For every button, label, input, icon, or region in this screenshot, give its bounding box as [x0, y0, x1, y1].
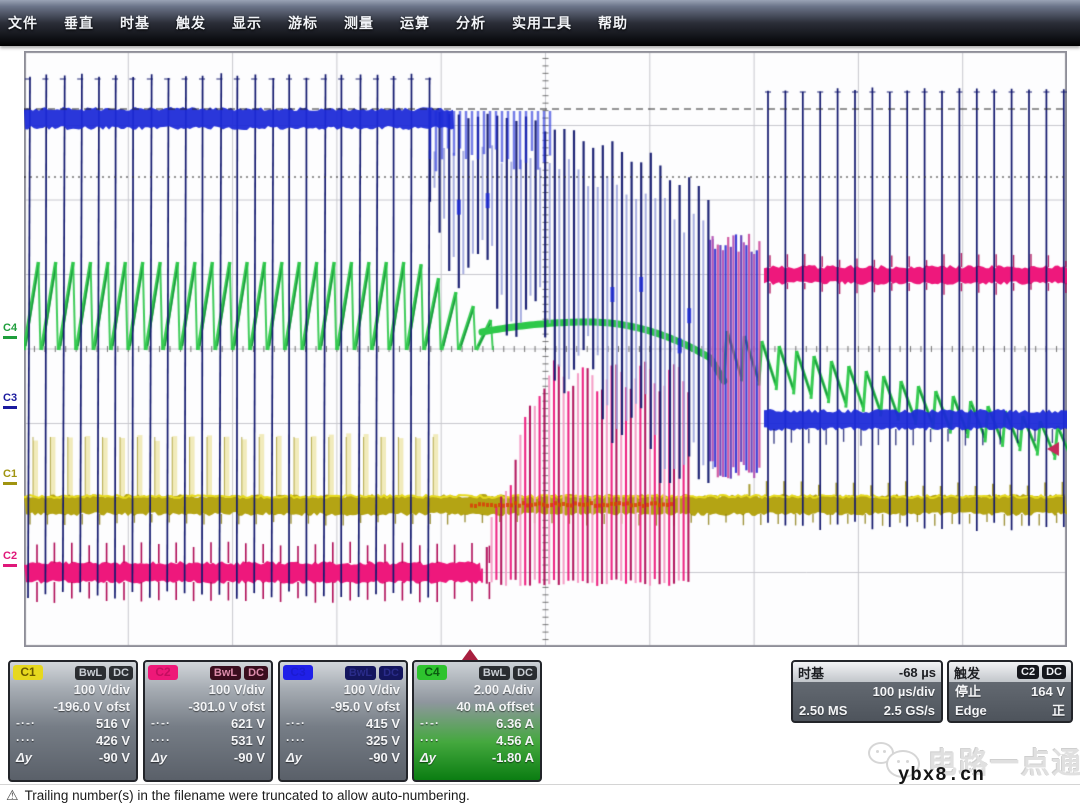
coupling-badge: DC: [109, 666, 133, 680]
cursor2-value: 325 V: [366, 732, 400, 749]
menu-help[interactable]: 帮助: [598, 13, 628, 33]
trace-marker-c2-label: C2: [3, 550, 17, 562]
cursor2-style-icon: ····: [420, 732, 440, 749]
trace-marker-c3[interactable]: C3: [3, 393, 25, 409]
watermark-site: ybx8.cn: [898, 764, 985, 786]
menu-trigger[interactable]: 触发: [176, 13, 206, 33]
trace-marker-c2[interactable]: C2: [3, 551, 25, 567]
timebase-title: 时基: [798, 663, 824, 682]
menu-timebase[interactable]: 时基: [120, 13, 150, 33]
channel-scale: 100 V/div: [10, 681, 136, 698]
menu-display[interactable]: 显示: [232, 13, 262, 33]
trace-marker-c2-tick: [3, 564, 17, 567]
channel-offset: -301.0 V ofst: [145, 698, 271, 715]
trigger-source-badge: C2: [1017, 665, 1039, 679]
menu-vertical[interactable]: 垂直: [64, 13, 94, 33]
trigger-coupling-badge: DC: [1042, 665, 1066, 679]
delta-label: Δy: [286, 749, 302, 766]
channel-offset: 40 mA offset: [414, 698, 540, 715]
channel-box-c1-header: C1 BwL DC: [10, 662, 136, 681]
channel-box-c1[interactable]: C1 BwL DC 100 V/div -196.0 V ofst -·-· 51…: [8, 660, 138, 782]
trigger-position-marker[interactable]: [462, 649, 478, 660]
channel-offset: -95.0 V ofst: [280, 698, 406, 715]
cursor2-style-icon: ····: [16, 732, 36, 749]
trace-marker-c1-label: C1: [3, 468, 17, 480]
bwl-badge: BwL: [75, 666, 106, 680]
coupling-badge: DC: [513, 666, 537, 680]
menu-cursors[interactable]: 游标: [288, 13, 318, 33]
waveform-display[interactable]: [24, 51, 1067, 647]
channel-offset: -196.0 V ofst: [10, 698, 136, 715]
delta-value: -90 V: [99, 749, 130, 766]
trace-marker-c4-tick: [3, 336, 17, 339]
cursor1-value: 516 V: [96, 715, 130, 732]
cursor2-value: 426 V: [96, 732, 130, 749]
channel-scale: 100 V/div: [280, 681, 406, 698]
menu-utilities[interactable]: 实用工具: [512, 13, 572, 33]
menu-file[interactable]: 文件: [8, 13, 38, 33]
oscilloscope-app: 文件 垂直 时基 触发 显示 游标 测量 运算 分析 实用工具 帮助 C4 C3…: [0, 0, 1080, 805]
cursor2-style-icon: ····: [151, 732, 171, 749]
watermark: 电路一点通 ybx8.cn: [862, 736, 1077, 786]
cursor1-value: 621 V: [231, 715, 265, 732]
coupling-badge: DC: [379, 666, 403, 680]
bwl-badge: BwL: [345, 666, 376, 680]
trigger-mode: 停止: [955, 682, 981, 701]
timebase-samples: 2.50 MS: [799, 701, 847, 720]
trigger-slope: 正: [1052, 701, 1065, 720]
channel-tag-c2: C2: [148, 665, 178, 680]
timebase-box[interactable]: 时基 -68 µs 100 µs/div 2.50 MS 2.5 GS/s: [791, 660, 943, 723]
channel-box-c3[interactable]: C3 BwL DC 100 V/div -95.0 V ofst -·-· 415…: [278, 660, 408, 782]
channel-scale: 2.00 A/div: [414, 681, 540, 698]
trace-marker-c3-tick: [3, 406, 17, 409]
channel-box-c3-header: C3 BwL DC: [280, 662, 406, 681]
timebase-rate: 2.5 GS/s: [884, 701, 935, 720]
cursor2-value: 531 V: [231, 732, 265, 749]
channel-scale: 100 V/div: [145, 681, 271, 698]
trigger-type: Edge: [955, 701, 987, 720]
channel-box-c2-header: C2 BwL DC: [145, 662, 271, 681]
delta-label: Δy: [420, 749, 436, 766]
channel-box-c2[interactable]: C2 BwL DC 100 V/div -301.0 V ofst -·-· 62…: [143, 660, 273, 782]
cursor2-style-icon: ····: [286, 732, 306, 749]
cursor1-value: 415 V: [366, 715, 400, 732]
cursor2-value: 4.56 A: [496, 732, 534, 749]
trigger-box[interactable]: 触发 C2 DC 停止 164 V Edge 正: [947, 660, 1073, 723]
channel-tag-c3: C3: [283, 665, 313, 680]
trace-marker-c4[interactable]: C4: [3, 323, 25, 339]
bwl-badge: BwL: [210, 666, 241, 680]
channel-box-c4-header: C4 BwL DC: [414, 662, 540, 681]
coupling-badge: DC: [244, 666, 268, 680]
trace-marker-c4-label: C4: [3, 322, 17, 334]
trace-marker-c1-tick: [3, 482, 17, 485]
trigger-level: 164 V: [1031, 682, 1065, 701]
cursor1-style-icon: -·-·: [420, 715, 440, 732]
delta-label: Δy: [16, 749, 32, 766]
menu-math[interactable]: 运算: [400, 13, 430, 33]
delta-label: Δy: [151, 749, 167, 766]
cursor1-style-icon: -·-·: [286, 715, 306, 732]
timebase-scale: 100 µs/div: [873, 682, 935, 701]
cursor1-value: 6.36 A: [496, 715, 534, 732]
trace-marker-c3-label: C3: [3, 392, 17, 404]
status-bar: ⚠ Trailing number(s) in the filename wer…: [0, 784, 1080, 805]
cursor1-style-icon: -·-·: [151, 715, 171, 732]
bwl-badge: BwL: [479, 666, 510, 680]
delta-value: -90 V: [234, 749, 265, 766]
menu-measure[interactable]: 测量: [344, 13, 374, 33]
channel-box-c4[interactable]: C4 BwL DC 2.00 A/div 40 mA offset -·-· 6.…: [412, 660, 542, 782]
menu-bar: 文件 垂直 时基 触发 显示 游标 测量 运算 分析 实用工具 帮助: [0, 0, 1080, 46]
trace-marker-c1[interactable]: C1: [3, 469, 25, 485]
timebase-position: -68 µs: [899, 665, 936, 680]
cursor1-style-icon: -·-·: [16, 715, 36, 732]
channel-tag-c4: C4: [417, 665, 447, 680]
channel-tag-c1: C1: [13, 665, 43, 680]
warning-icon: ⚠: [6, 787, 19, 804]
delta-value: -90 V: [369, 749, 400, 766]
menu-analysis[interactable]: 分析: [456, 13, 486, 33]
trigger-title: 触发: [954, 663, 980, 682]
status-message: Trailing number(s) in the filename were …: [25, 788, 470, 803]
delta-value: -1.80 A: [492, 749, 534, 766]
